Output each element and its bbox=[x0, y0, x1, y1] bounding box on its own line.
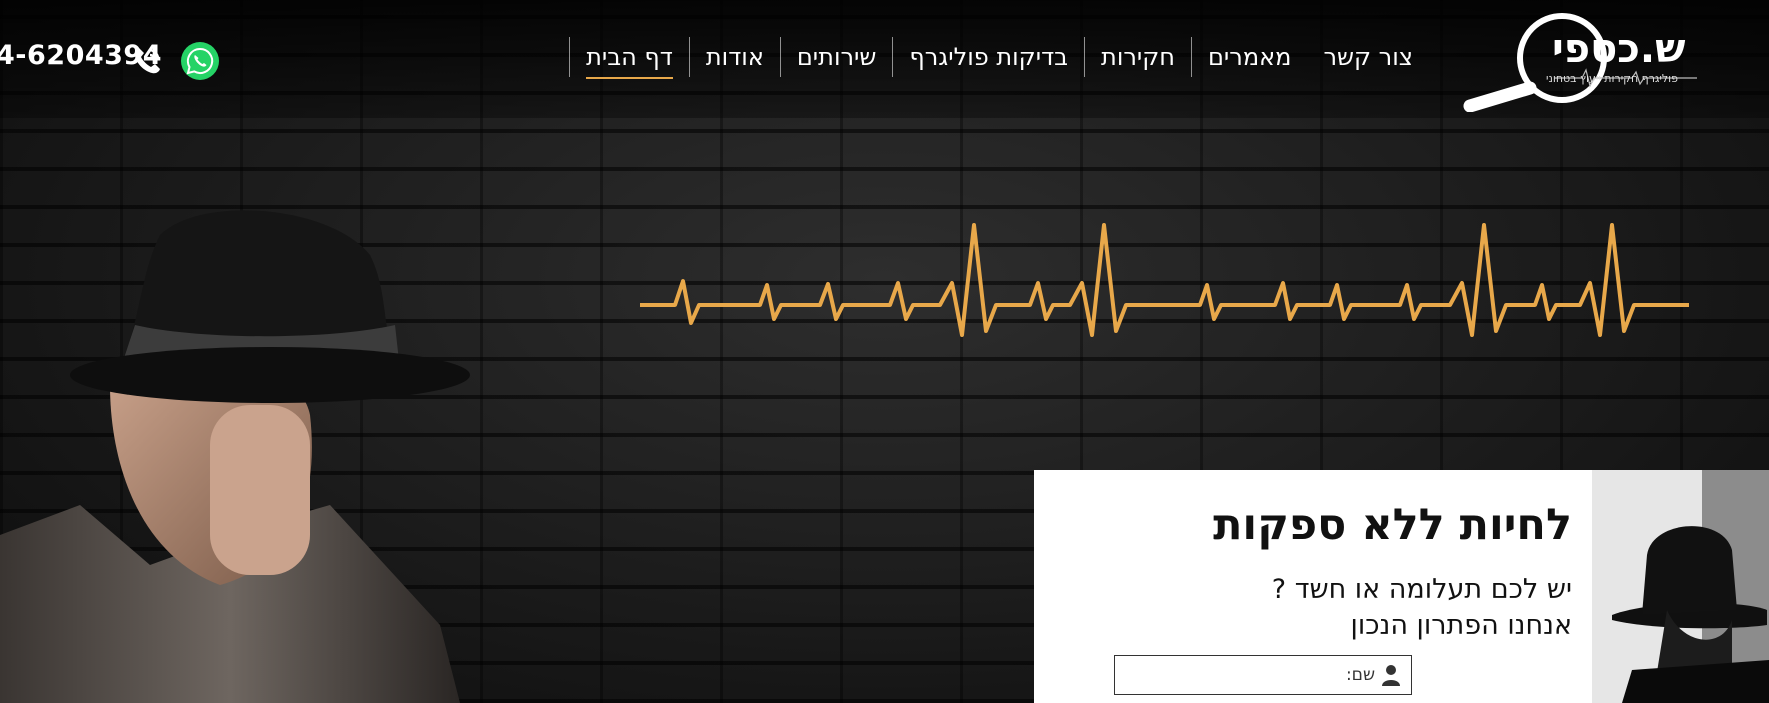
site-logo[interactable]: ש.כספי פוליגרף חקירות ייעוץ בטחוני bbox=[1462, 12, 1702, 112]
phone-icon[interactable] bbox=[130, 44, 164, 78]
name-field-label: שם: bbox=[1345, 665, 1375, 685]
form-subtitle-line-2: אנחנו הפתרון הנכון bbox=[1350, 610, 1572, 641]
nav-articles[interactable]: מאמרים bbox=[1190, 37, 1307, 77]
nav-about[interactable]: אודות bbox=[688, 37, 780, 77]
main-nav: דף הבית אודות שירותים בדיקות פוליגרף חקי… bbox=[569, 37, 1429, 79]
nav-polygraph[interactable]: בדיקות פוליגרף bbox=[892, 37, 1084, 77]
detective-silhouette-photo bbox=[1592, 470, 1769, 703]
nav-contact[interactable]: צור קשר bbox=[1307, 37, 1429, 77]
heartbeat-line bbox=[640, 223, 1689, 337]
whatsapp-icon[interactable] bbox=[180, 41, 220, 81]
name-field[interactable]: שם: bbox=[1114, 655, 1412, 695]
form-subtitle-line-1: יש לכם תעלומה או חשד ? bbox=[1271, 574, 1572, 605]
logo-text: ש.כספי bbox=[1552, 26, 1686, 72]
form-subtitle: יש לכם תעלומה או חשד ? אנחנו הפתרון הנכו… bbox=[1272, 572, 1572, 644]
nav-home[interactable]: דף הבית bbox=[569, 37, 689, 79]
nav-services[interactable]: שירותים bbox=[779, 37, 893, 77]
nav-investigations[interactable]: חקירות bbox=[1084, 37, 1191, 77]
user-icon bbox=[1382, 665, 1400, 686]
site-header: 4-6204394 דף הבית אודות שירותים בדיקות פ… bbox=[0, 0, 1769, 118]
detective-photo bbox=[0, 210, 470, 703]
logo-tagline: פוליגרף חקירות ייעוץ בטחוני bbox=[1546, 72, 1679, 85]
contact-form-card: לחיות ללא ספקות יש לכם תעלומה או חשד ? א… bbox=[1034, 470, 1594, 703]
form-title: לחיות ללא ספקות bbox=[1213, 500, 1572, 550]
